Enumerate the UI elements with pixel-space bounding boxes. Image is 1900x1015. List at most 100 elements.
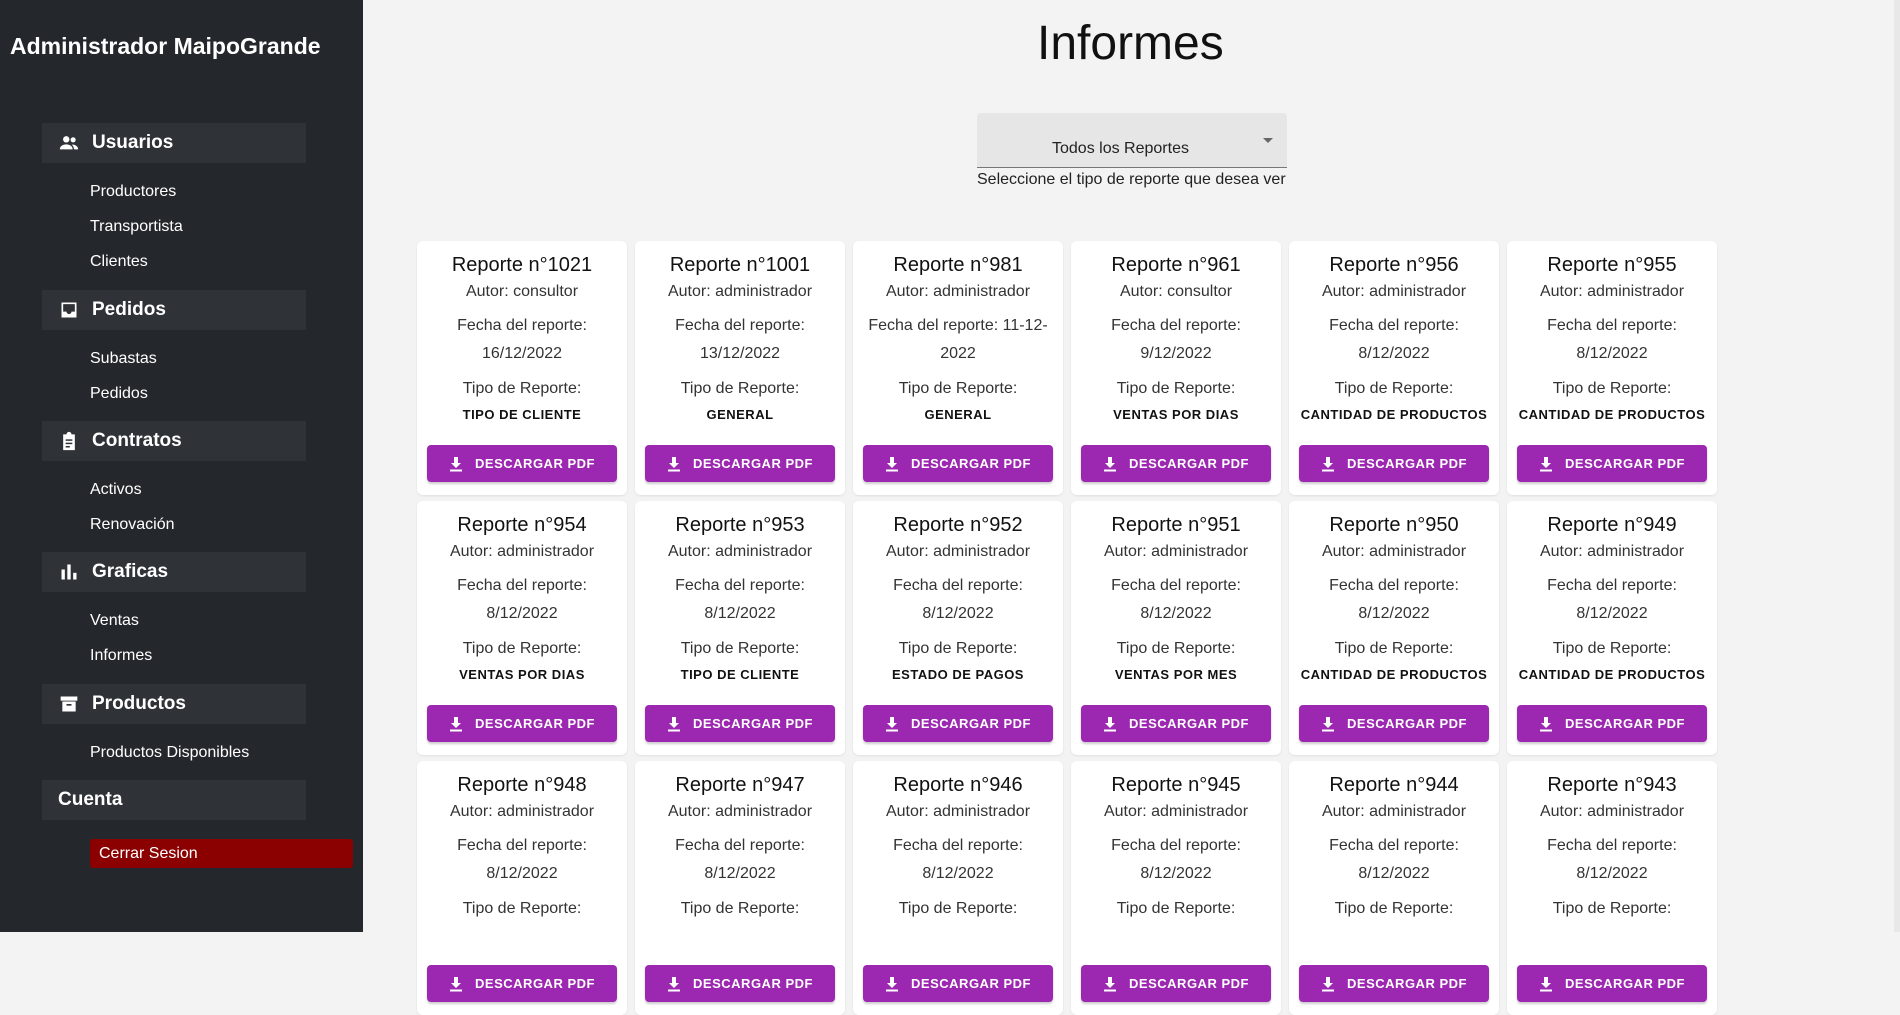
- report-title: Reporte n°952: [893, 514, 1023, 536]
- nav-item-transportista[interactable]: Transportista: [90, 218, 183, 236]
- download-pdf-button[interactable]: DESCARGAR PDF: [1299, 965, 1489, 1002]
- nav-item-informes[interactable]: Informes: [90, 647, 152, 665]
- download-pdf-button[interactable]: DESCARGAR PDF: [645, 445, 835, 482]
- report-date: Fecha del reporte: 9/12/2022: [1111, 317, 1241, 362]
- report-date: Fecha del reporte: 11-12-2022: [868, 317, 1048, 362]
- nav-section-cuenta[interactable]: Cuenta: [42, 780, 306, 820]
- report-type-label: Tipo de Reporte:: [898, 900, 1018, 917]
- nav-item-pedidos[interactable]: Pedidos: [90, 385, 148, 403]
- report-type-label: Tipo de Reporte:: [1334, 380, 1454, 397]
- report-date: Fecha del reporte: 8/12/2022: [675, 577, 805, 622]
- download-label: DESCARGAR PDF: [1565, 716, 1685, 731]
- nav-section-label: Contratos: [92, 430, 182, 451]
- report-card: Reporte n°948 Autor: administrador Fecha d…: [417, 761, 627, 1015]
- nav-section-productos[interactable]: Productos: [42, 684, 306, 724]
- download-icon: [1104, 976, 1117, 991]
- logout-button[interactable]: Cerrar Sesion: [90, 839, 353, 868]
- report-card: Reporte n°981 Autor: administrador Fecha d…: [853, 241, 1063, 495]
- nav-item-activos[interactable]: Activos: [90, 481, 142, 499]
- download-pdf-button[interactable]: DESCARGAR PDF: [1081, 965, 1271, 1002]
- report-type: ESTADO DE PAGOS: [892, 667, 1024, 682]
- nav-section-label: Graficas: [92, 561, 169, 582]
- download-pdf-button[interactable]: DESCARGAR PDF: [1299, 705, 1489, 742]
- download-icon: [450, 716, 463, 731]
- download-pdf-button[interactable]: DESCARGAR PDF: [1081, 445, 1271, 482]
- download-pdf-button[interactable]: DESCARGAR PDF: [1081, 705, 1271, 742]
- report-author: Autor: administrador: [1103, 543, 1249, 560]
- download-pdf-button[interactable]: DESCARGAR PDF: [863, 445, 1053, 482]
- nav-item-ventas[interactable]: Ventas: [90, 612, 139, 630]
- nav-section-graficas[interactable]: Graficas: [42, 552, 306, 592]
- report-type-label: Tipo de Reporte:: [1552, 380, 1672, 397]
- bar-chart-icon: [58, 561, 80, 583]
- download-pdf-button[interactable]: DESCARGAR PDF: [1517, 445, 1707, 482]
- download-label: DESCARGAR PDF: [475, 716, 595, 731]
- report-type-label: Tipo de Reporte:: [1552, 640, 1672, 657]
- report-type: VENTAS POR MES: [1114, 667, 1238, 682]
- report-date: Fecha del reporte: 8/12/2022: [1329, 837, 1459, 882]
- download-label: DESCARGAR PDF: [1565, 456, 1685, 471]
- download-label: DESCARGAR PDF: [1129, 716, 1249, 731]
- nav-section-usuarios[interactable]: Usuarios: [42, 123, 306, 163]
- report-date: Fecha del reporte: 13/12/2022: [675, 317, 805, 362]
- download-pdf-button[interactable]: DESCARGAR PDF: [645, 965, 835, 1002]
- download-icon: [1322, 456, 1335, 471]
- report-type: GENERAL: [924, 407, 992, 422]
- report-author: Autor: administrador: [1103, 803, 1249, 820]
- report-title: Reporte n°961: [1111, 254, 1241, 276]
- report-title: Reporte n°1001: [669, 254, 811, 276]
- report-title: Reporte n°949: [1547, 514, 1677, 536]
- report-type-label: Tipo de Reporte:: [680, 900, 800, 917]
- report-author: Autor: administrador: [667, 803, 813, 820]
- report-card: Reporte n°949 Autor: administrador Fecha d…: [1507, 501, 1717, 755]
- scrollbar[interactable]: [1894, 0, 1900, 932]
- download-icon: [668, 456, 681, 471]
- report-author: Autor: administrador: [1539, 543, 1685, 560]
- report-type-label: Tipo de Reporte:: [462, 640, 582, 657]
- nav-item-subastas[interactable]: Subastas: [90, 350, 157, 368]
- report-date: Fecha del reporte: 8/12/2022: [1111, 577, 1241, 622]
- report-card: Reporte n°961 Autor: consultor Fecha del r…: [1071, 241, 1281, 495]
- download-pdf-button[interactable]: DESCARGAR PDF: [427, 445, 617, 482]
- page-title: Informes: [1037, 17, 1224, 70]
- inbox-icon: [58, 299, 80, 321]
- report-card: Reporte n°953 Autor: administrador Fecha d…: [635, 501, 845, 755]
- report-type-label: Tipo de Reporte:: [898, 640, 1018, 657]
- download-pdf-button[interactable]: DESCARGAR PDF: [427, 705, 617, 742]
- download-pdf-button[interactable]: DESCARGAR PDF: [863, 705, 1053, 742]
- report-card: Reporte n°956 Autor: administrador Fecha d…: [1289, 241, 1499, 495]
- download-label: DESCARGAR PDF: [693, 456, 813, 471]
- report-title: Reporte n°945: [1111, 774, 1241, 796]
- nav-item-productos-disponibles[interactable]: Productos Disponibles: [90, 744, 249, 762]
- report-card: Reporte n°951 Autor: administrador Fecha d…: [1071, 501, 1281, 755]
- download-label: DESCARGAR PDF: [911, 456, 1031, 471]
- report-date: Fecha del reporte: 8/12/2022: [457, 577, 587, 622]
- nav-section-contratos[interactable]: Contratos: [42, 421, 306, 461]
- report-date: Fecha del reporte: 8/12/2022: [1547, 837, 1677, 882]
- clipboard-icon: [58, 430, 80, 452]
- nav-item-clientes[interactable]: Clientes: [90, 253, 148, 271]
- download-icon: [668, 716, 681, 731]
- report-date: Fecha del reporte: 16/12/2022: [457, 317, 587, 362]
- download-label: DESCARGAR PDF: [911, 976, 1031, 991]
- download-pdf-button[interactable]: DESCARGAR PDF: [1517, 965, 1707, 1002]
- nav-item-renovacion[interactable]: Renovación: [90, 516, 175, 534]
- download-pdf-button[interactable]: DESCARGAR PDF: [1517, 705, 1707, 742]
- archive-icon: [58, 693, 80, 715]
- report-title: Reporte n°948: [457, 774, 587, 796]
- download-pdf-button[interactable]: DESCARGAR PDF: [863, 965, 1053, 1002]
- download-pdf-button[interactable]: DESCARGAR PDF: [427, 965, 617, 1002]
- report-author: Autor: administrador: [1539, 283, 1685, 300]
- report-type-label: Tipo de Reporte:: [462, 380, 582, 397]
- download-pdf-button[interactable]: DESCARGAR PDF: [1299, 445, 1489, 482]
- report-type-label: Tipo de Reporte:: [680, 380, 800, 397]
- report-type: VENTAS POR DIAS: [459, 667, 585, 682]
- report-author: Autor: administrador: [1539, 803, 1685, 820]
- report-type-select[interactable]: Todos los Reportes: [977, 113, 1287, 168]
- report-title: Reporte n°955: [1547, 254, 1677, 276]
- download-label: DESCARGAR PDF: [693, 716, 813, 731]
- download-pdf-button[interactable]: DESCARGAR PDF: [645, 705, 835, 742]
- nav-section-pedidos[interactable]: Pedidos: [42, 290, 306, 330]
- nav-item-productores[interactable]: Productores: [90, 183, 176, 201]
- report-date: Fecha del reporte: 8/12/2022: [893, 577, 1023, 622]
